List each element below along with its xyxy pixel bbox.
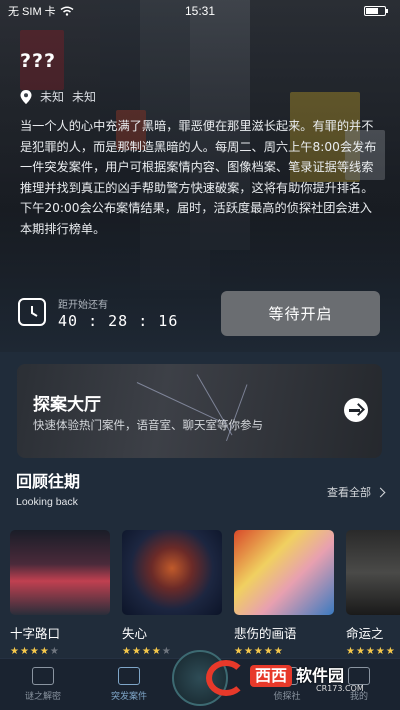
hall-subtitle: 快速体验热门案件，语音室、聊天室等你参与 — [33, 418, 263, 432]
card-name: 十字路口 — [10, 626, 61, 641]
watermark-c-icon — [206, 660, 246, 696]
chevron-right-icon — [375, 487, 386, 497]
card-rating: ★★★★★ — [10, 646, 60, 657]
carrier-label: 无 SIM 卡 — [8, 6, 56, 18]
battery-icon — [364, 6, 388, 16]
location-row: 未知 未知 — [20, 88, 96, 105]
review-title: 回顾往期 — [16, 472, 81, 491]
hall-title: 探案大厅 — [33, 395, 101, 415]
card-name: 命运之 — [346, 626, 384, 641]
case-hall-banner[interactable]: 探案大厅 快速体验热门案件，语音室、聊天室等你参与 — [17, 364, 382, 458]
view-all-label: 查看全部 — [327, 486, 371, 499]
wifi-icon — [60, 6, 74, 16]
wait-open-button[interactable]: 等待开启 — [221, 291, 380, 336]
watermark-brand: 西西 — [250, 665, 293, 687]
card-thumbnail — [10, 530, 110, 615]
watermark-name: 软件园 — [296, 666, 345, 685]
card-name: 悲伤的画语 — [234, 626, 297, 641]
review-card[interactable]: 悲伤的画语 ★★★★★ — [234, 530, 334, 657]
arrow-right-icon[interactable] — [344, 398, 368, 422]
clock-time: 15:31 — [184, 4, 216, 18]
bowtie-icon — [118, 667, 140, 685]
card-rating: ★★★★★ — [346, 646, 396, 657]
tab-label: 谜之解密 — [24, 692, 61, 702]
review-subtitle: Looking back — [16, 496, 78, 508]
review-card[interactable]: 失心 ★★★★★ — [122, 530, 222, 657]
book-icon — [32, 667, 54, 685]
tab-label: 突发案件 — [110, 692, 147, 702]
review-card[interactable]: 命运之 ★★★★★ — [346, 530, 400, 657]
card-thumbnail — [122, 530, 222, 615]
location-pin-icon — [20, 89, 32, 104]
lightning-decoration — [136, 382, 219, 421]
countdown-timer: 40 : 28 : 16 — [58, 312, 179, 330]
review-cards: 十字路口 ★★★★★ 失心 ★★★★★ 悲伤的画语 ★★★★★ 命运之 ★★★★… — [10, 530, 400, 658]
countdown-clock-icon — [18, 298, 46, 326]
tab-puzzle[interactable]: 谜之解密 — [8, 667, 78, 702]
card-thumbnail — [346, 530, 400, 615]
watermark-url: CR173.COM — [316, 684, 364, 693]
watermark-logo: 西西 软件园 CR173.COM — [206, 658, 388, 700]
countdown-label: 距开始还有 — [58, 300, 108, 311]
case-title: ??? — [20, 50, 57, 72]
location-city: 未知 — [40, 90, 65, 104]
card-rating: ★★★★★ — [234, 646, 284, 657]
case-description: 当一个人的心中充满了黑暗，罪恶便在那里滋长起来。有罪的并不是犯罪的人，而是那制造… — [20, 119, 377, 236]
card-name: 失心 — [122, 626, 148, 641]
tab-sudden-case[interactable]: 突发案件 — [94, 667, 164, 702]
review-card[interactable]: 十字路口 ★★★★★ — [10, 530, 110, 657]
status-bar: 无 SIM 卡 15:31 — [0, 0, 400, 22]
location-place: 未知 — [72, 90, 97, 104]
card-thumbnail — [234, 530, 334, 615]
view-all-link[interactable]: 查看全部 — [327, 484, 386, 500]
